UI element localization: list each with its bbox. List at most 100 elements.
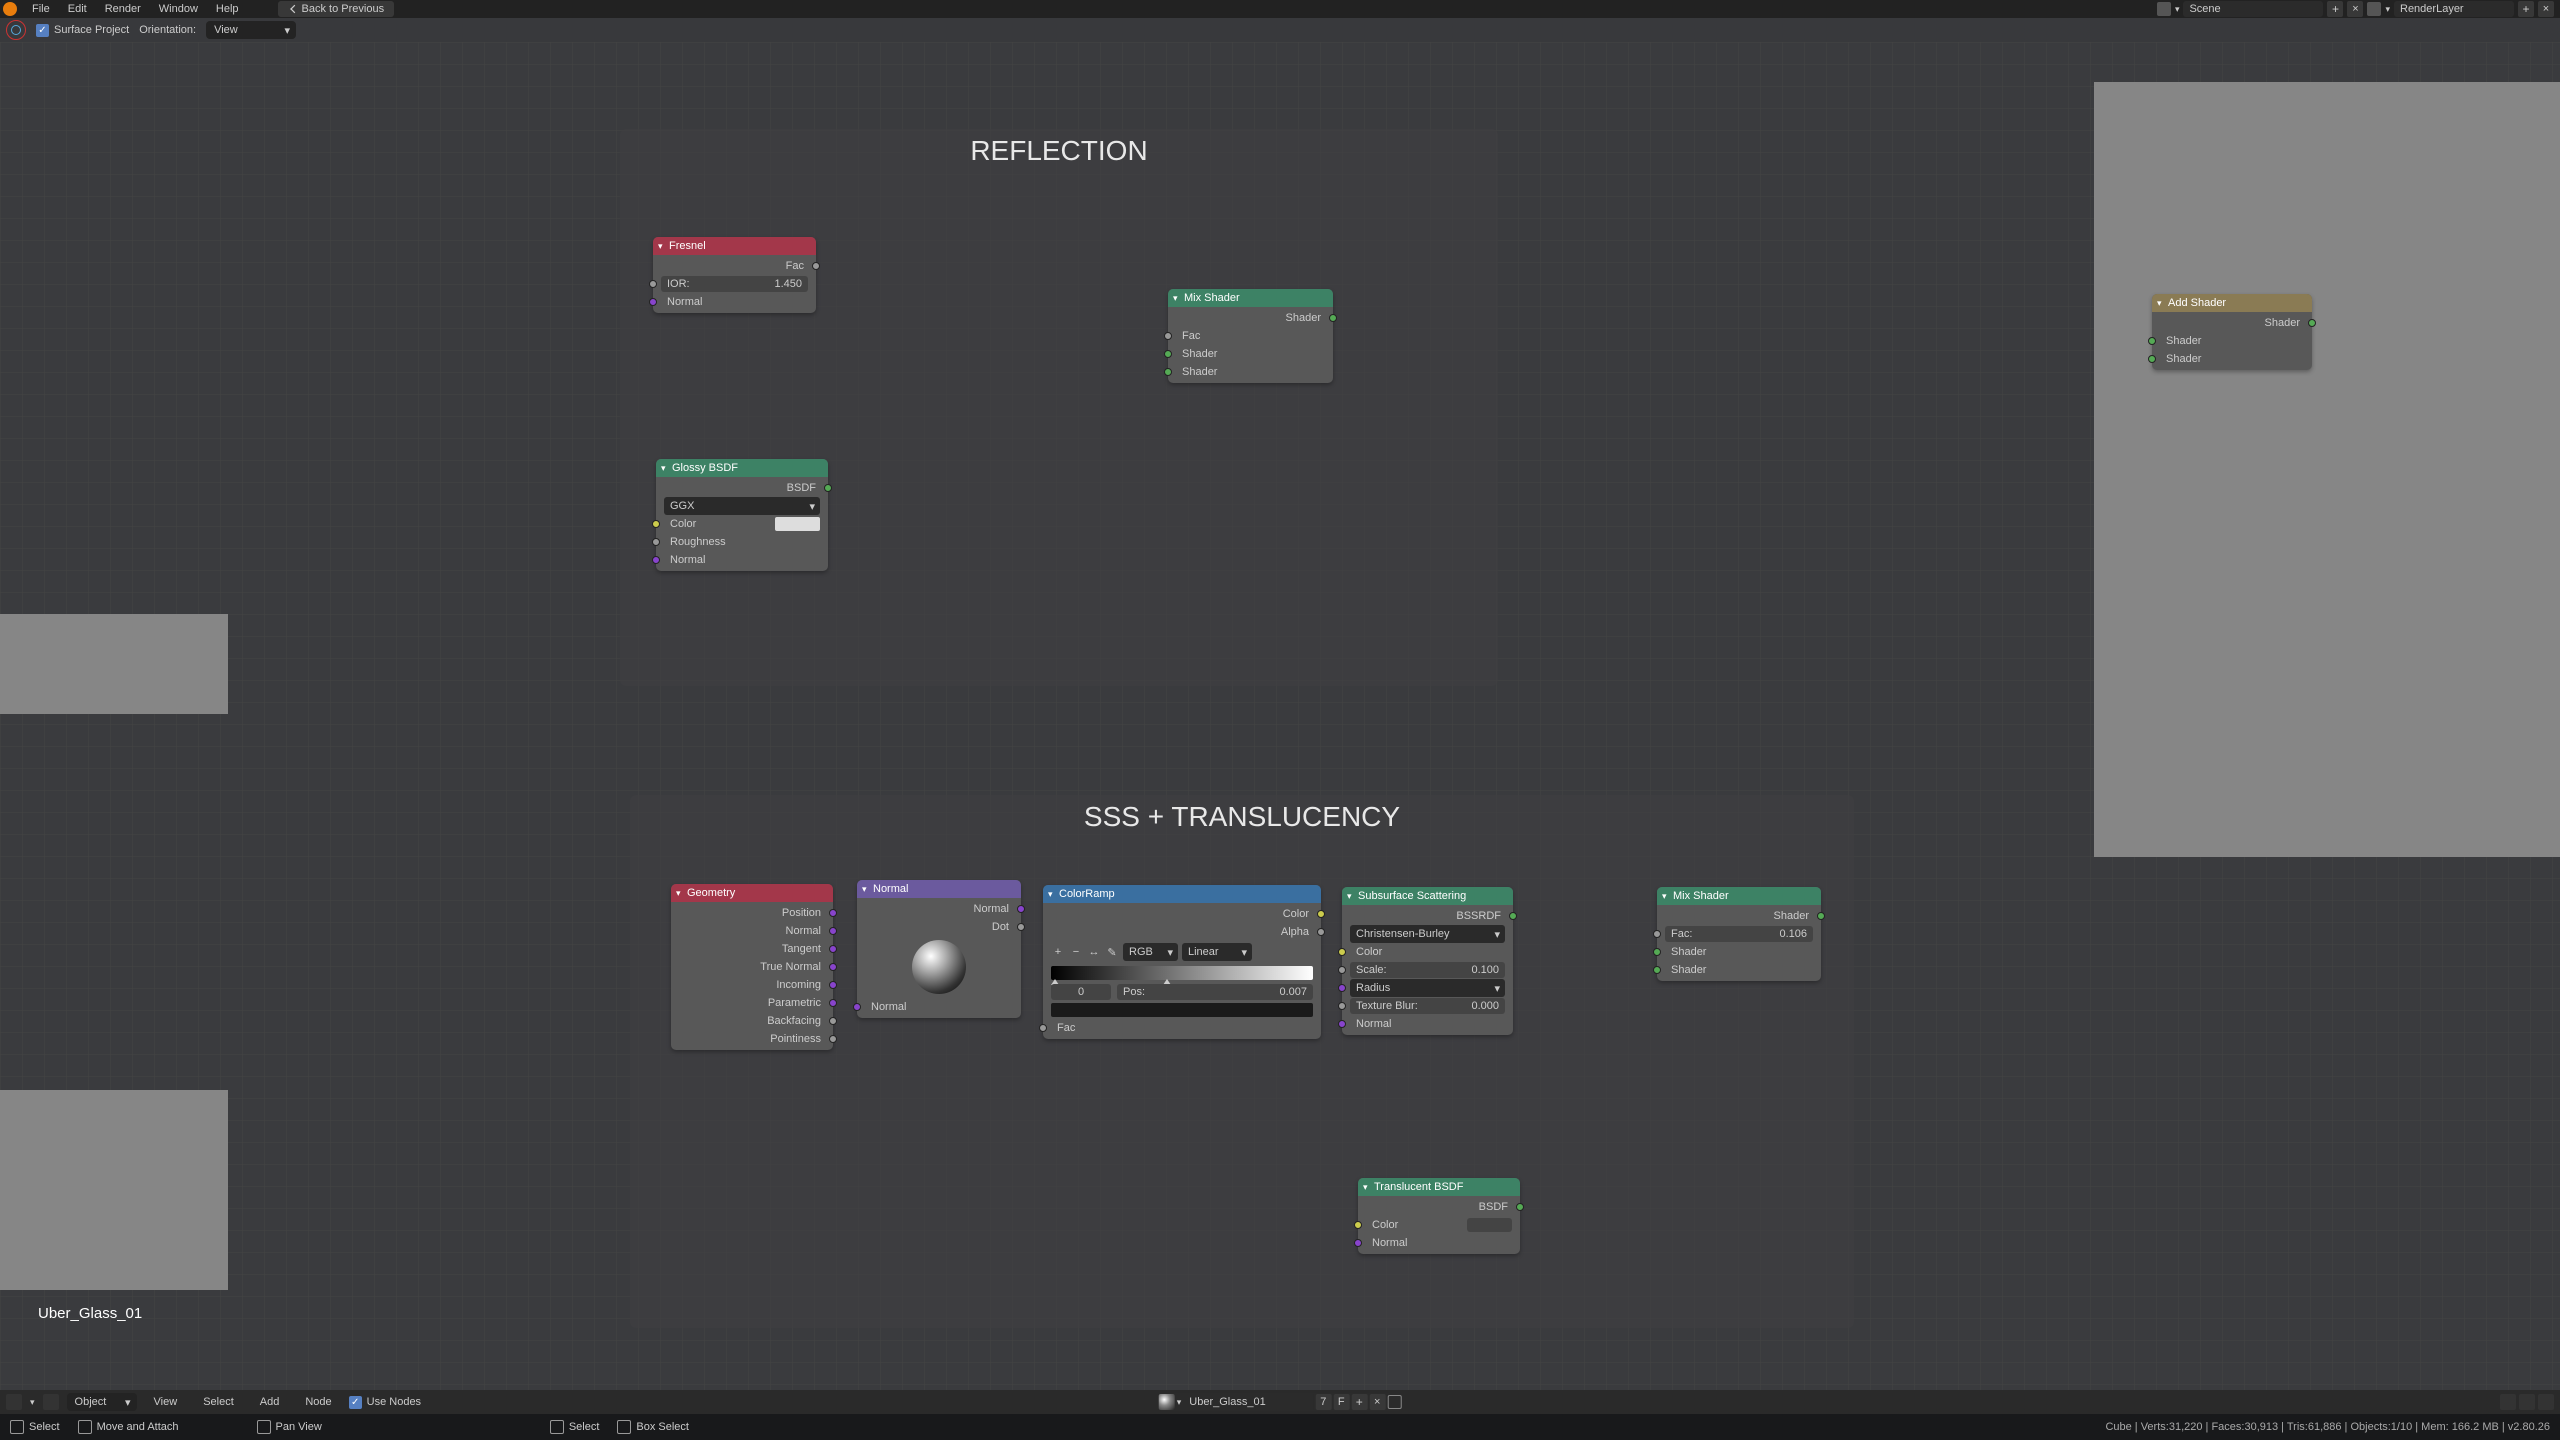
frame-reflection[interactable]: REFLECTION — [620, 129, 1498, 686]
glossy-header[interactable]: Glossy BSDF — [656, 459, 828, 477]
node-editor-canvas[interactable]: REFLECTION Fresnel Fac IOR:1.450 Normal … — [0, 42, 2560, 1390]
normal-out[interactable]: Normal — [857, 900, 1021, 918]
translucent-normal-input[interactable]: Normal — [1358, 1234, 1520, 1252]
sss-radius-dropdown[interactable]: Radius — [1350, 979, 1505, 997]
ramp-index-field[interactable]: 0 — [1051, 984, 1111, 1000]
normal-in[interactable]: Normal — [857, 998, 1021, 1016]
mode-dropdown[interactable]: Object — [67, 1393, 137, 1411]
material-name-input[interactable] — [1183, 1394, 1313, 1410]
ramp-interp-dropdown[interactable]: Linear — [1182, 943, 1252, 961]
bottommenu-select[interactable]: Select — [194, 1394, 243, 1410]
node-colorramp[interactable]: ColorRamp Color Alpha + − ↔ ✎ RGB Linear… — [1043, 885, 1321, 1039]
material-browse-dropdown[interactable]: ▾ — [1177, 1397, 1182, 1408]
fresnel-normal-input[interactable]: Normal — [653, 293, 816, 311]
use-nodes-checkbox[interactable] — [349, 1396, 362, 1409]
material-unlink-button[interactable]: × — [1369, 1394, 1385, 1410]
layer-delete-button[interactable]: × — [2538, 1, 2554, 17]
geo-parametric-out[interactable]: Parametric — [671, 994, 833, 1012]
material-users-button[interactable]: 7 — [1315, 1394, 1331, 1410]
geo-normal-out[interactable]: Normal — [671, 922, 833, 940]
scene-new-button[interactable]: + — [2327, 1, 2343, 17]
scene-icon[interactable] — [2157, 2, 2171, 16]
ramp-del-stop[interactable]: − — [1069, 945, 1083, 959]
offscreen-panel-left-1[interactable] — [0, 614, 228, 714]
mix2-fac-field[interactable]: Fac:0.106 — [1665, 926, 1813, 942]
addshader-s1-input[interactable]: Shader — [2152, 332, 2312, 350]
node-mix-shader-2[interactable]: Mix Shader Shader Fac:0.106 Shader Shade… — [1657, 887, 1821, 981]
node-normal[interactable]: Normal Normal Dot Normal — [857, 880, 1021, 1018]
material-pin-icon[interactable] — [1387, 1395, 1401, 1409]
sss-blur-field[interactable]: Texture Blur:0.000 — [1350, 998, 1505, 1014]
layer-new-button[interactable]: + — [2518, 1, 2534, 17]
mix2-header[interactable]: Mix Shader — [1657, 887, 1821, 905]
fresnel-fac-output[interactable]: Fac — [653, 257, 816, 275]
sss-normal-input[interactable]: Normal — [1342, 1015, 1513, 1033]
backdrop-icon[interactable] — [2500, 1394, 2516, 1410]
material-new-button[interactable]: + — [1351, 1394, 1367, 1410]
glossy-roughness-input[interactable]: Roughness — [656, 533, 828, 551]
normal-header[interactable]: Normal — [857, 880, 1021, 898]
mix2-s2-input[interactable]: Shader — [1657, 961, 1821, 979]
overlay-icon[interactable] — [2538, 1394, 2554, 1410]
mix2-s1-input[interactable]: Shader — [1657, 943, 1821, 961]
material-sphere-icon[interactable] — [1159, 1394, 1175, 1410]
renderlayer-icon[interactable] — [2367, 2, 2381, 16]
offscreen-panel-left-2[interactable] — [0, 1090, 228, 1290]
node-glossy-bsdf[interactable]: Glossy BSDF BSDF GGX Color Roughness Nor… — [656, 459, 828, 571]
mix1-fac-input[interactable]: Fac — [1168, 327, 1333, 345]
menu-render[interactable]: Render — [96, 1, 150, 17]
sss-color-input[interactable]: Color — [1342, 943, 1513, 961]
annotation-tool-icon[interactable] — [6, 20, 26, 40]
glossy-color-input[interactable]: Color — [656, 515, 828, 533]
node-geometry[interactable]: Geometry Position Normal Tangent True No… — [671, 884, 833, 1050]
material-fakeuser-button[interactable]: F — [1333, 1394, 1349, 1410]
geometry-header[interactable]: Geometry — [671, 884, 833, 902]
geo-backfacing-out[interactable]: Backfacing — [671, 1012, 833, 1030]
translucent-out[interactable]: BSDF — [1358, 1198, 1520, 1216]
node-mix-shader-1[interactable]: Mix Shader Shader Fac Shader Shader — [1168, 289, 1333, 383]
sss-out[interactable]: BSSRDF — [1342, 907, 1513, 925]
sss-method-dropdown[interactable]: Christensen-Burley — [1350, 925, 1505, 943]
colorramp-color-out[interactable]: Color — [1043, 905, 1321, 923]
ramp-pos-field[interactable]: Pos:0.007 — [1117, 984, 1313, 1000]
addshader-s2-input[interactable]: Shader — [2152, 350, 2312, 368]
editor-type-dropdown-icon[interactable]: ▾ — [30, 1397, 35, 1408]
node-fresnel[interactable]: Fresnel Fac IOR:1.450 Normal — [653, 237, 816, 313]
translucent-header[interactable]: Translucent BSDF — [1358, 1178, 1520, 1196]
offscreen-panel-right[interactable] — [2094, 82, 2560, 857]
object-mode-icon[interactable] — [43, 1394, 59, 1410]
mix1-header[interactable]: Mix Shader — [1168, 289, 1333, 307]
colorramp-alpha-out[interactable]: Alpha — [1043, 923, 1321, 941]
ramp-eyedropper-icon[interactable]: ✎ — [1105, 945, 1119, 959]
node-sss[interactable]: Subsurface Scattering BSSRDF Christensen… — [1342, 887, 1513, 1035]
mix1-shader-output[interactable]: Shader — [1168, 309, 1333, 327]
scene-name-input[interactable]: Scene — [2183, 1, 2323, 17]
bottommenu-view[interactable]: View — [145, 1394, 187, 1410]
bottommenu-add[interactable]: Add — [251, 1394, 289, 1410]
translucent-color-input[interactable]: Color — [1358, 1216, 1520, 1234]
menu-help[interactable]: Help — [207, 1, 248, 17]
geo-position-out[interactable]: Position — [671, 904, 833, 922]
glossy-normal-input[interactable]: Normal — [656, 551, 828, 569]
geo-incoming-out[interactable]: Incoming — [671, 976, 833, 994]
ramp-stop-color[interactable] — [1051, 1003, 1313, 1017]
orientation-dropdown[interactable]: View — [206, 21, 296, 39]
shading-icon[interactable] — [2519, 1394, 2535, 1410]
sss-scale-field[interactable]: Scale:0.100 — [1350, 962, 1505, 978]
scene-dropdown-icon[interactable]: ▾ — [2175, 4, 2180, 15]
menu-window[interactable]: Window — [150, 1, 207, 17]
glossy-bsdf-output[interactable]: BSDF — [656, 479, 828, 497]
normal-dot-out[interactable]: Dot — [857, 918, 1021, 936]
normal-direction-sphere[interactable] — [912, 940, 966, 994]
sss-header[interactable]: Subsurface Scattering — [1342, 887, 1513, 905]
bottommenu-node[interactable]: Node — [296, 1394, 340, 1410]
glossy-distribution-dropdown[interactable]: GGX — [664, 497, 820, 515]
ramp-add-stop[interactable]: + — [1051, 945, 1065, 959]
node-translucent[interactable]: Translucent BSDF BSDF Color Normal — [1358, 1178, 1520, 1254]
scene-delete-button[interactable]: × — [2347, 1, 2363, 17]
ramp-flip[interactable]: ↔ — [1087, 945, 1101, 959]
mix2-shader-out[interactable]: Shader — [1657, 907, 1821, 925]
colorramp-header[interactable]: ColorRamp — [1043, 885, 1321, 903]
mix1-shader1-input[interactable]: Shader — [1168, 345, 1333, 363]
back-to-previous-button[interactable]: Back to Previous — [278, 1, 395, 17]
